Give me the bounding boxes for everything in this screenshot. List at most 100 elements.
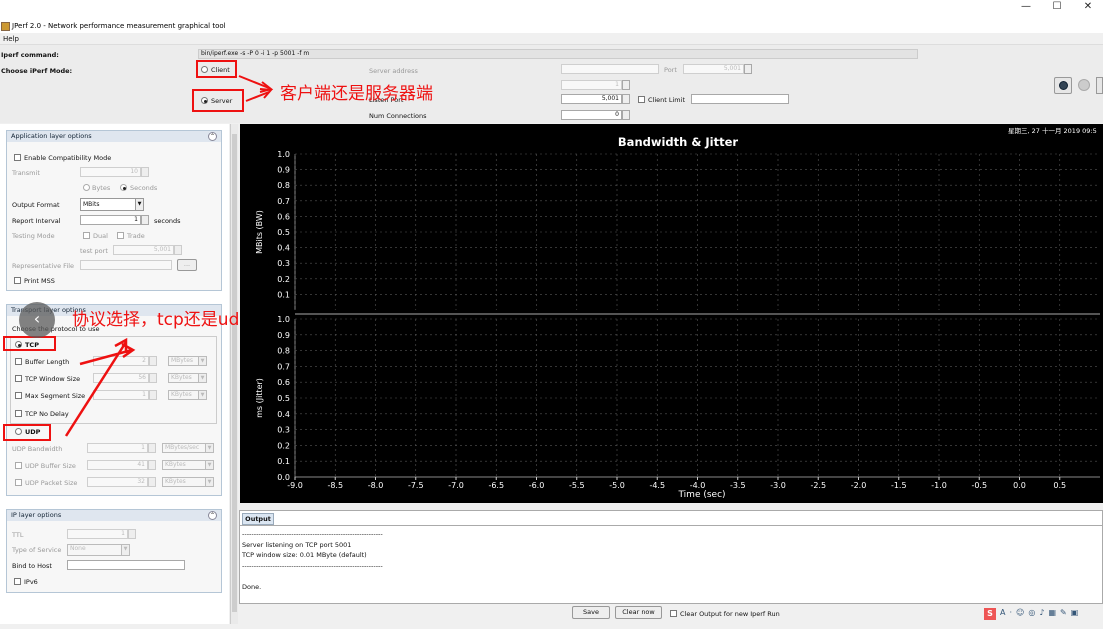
x-tick-label: -1.0 bbox=[931, 481, 947, 490]
bind-host-input[interactable] bbox=[67, 560, 185, 570]
udp-packet-spinner[interactable] bbox=[148, 477, 156, 487]
iperf-command-field[interactable]: bin/iperf.exe -s -P 0 -i 1 -p 5001 -f m bbox=[198, 49, 918, 59]
y-tick-label: 0.6 bbox=[277, 212, 290, 221]
close-button[interactable]: ✕ bbox=[1072, 0, 1103, 14]
buffer-length-checkbox[interactable] bbox=[15, 358, 22, 365]
buffer-length-unit[interactable]: MBytes bbox=[168, 356, 199, 366]
test-port-spinner[interactable] bbox=[174, 245, 182, 255]
chevron-down-icon[interactable]: ▼ bbox=[205, 443, 214, 453]
buffer-length-spinner[interactable] bbox=[149, 356, 157, 366]
chevron-down-icon[interactable]: ▼ bbox=[205, 460, 214, 470]
reset-icon[interactable] bbox=[1096, 77, 1103, 94]
bytes-radio[interactable] bbox=[83, 184, 90, 191]
clear-now-button[interactable]: Clear now bbox=[615, 606, 662, 619]
output-format-select[interactable]: MBits bbox=[80, 198, 136, 211]
mss-spinner[interactable] bbox=[149, 390, 157, 400]
output-line: Server listening on TCP port 5001 bbox=[242, 540, 352, 549]
report-interval-input[interactable]: 1 bbox=[80, 215, 141, 225]
chevron-down-icon[interactable]: ▼ bbox=[198, 373, 207, 383]
num-connections-spinner[interactable] bbox=[622, 110, 630, 120]
udp-highlight bbox=[3, 424, 51, 441]
parallel-streams-input[interactable]: 1 bbox=[561, 80, 622, 90]
udp-packet-unit[interactable]: KBytes bbox=[162, 477, 206, 487]
tos-select[interactable]: None bbox=[67, 544, 122, 556]
chevron-down-icon[interactable]: ▼ bbox=[198, 390, 207, 400]
ttl-spinner[interactable] bbox=[128, 529, 136, 539]
x-tick-label: -7.0 bbox=[448, 481, 464, 490]
output-panel: Output ---------------------------------… bbox=[239, 510, 1103, 604]
y-tick-label: 0.2 bbox=[277, 441, 290, 450]
udp-bandwidth-unit[interactable]: MBytes/sec bbox=[162, 443, 206, 453]
title-bar: JPerf 2.0 - Network performance measurem… bbox=[0, 0, 1103, 33]
client-limit-label: Client Limit bbox=[648, 96, 685, 104]
listen-port-spinner[interactable] bbox=[622, 94, 630, 104]
ipv6-checkbox[interactable] bbox=[14, 578, 21, 585]
x-tick-label: -6.5 bbox=[488, 481, 504, 490]
udp-buffer-checkbox[interactable] bbox=[15, 462, 22, 469]
chevron-down-icon[interactable]: ▼ bbox=[205, 477, 214, 487]
x-tick-label: -3.0 bbox=[770, 481, 786, 490]
window-size-checkbox[interactable] bbox=[15, 375, 22, 382]
collapse-ip-icon[interactable]: ⌃ bbox=[208, 511, 217, 520]
mss-unit[interactable]: KBytes bbox=[168, 390, 199, 400]
left-scrollbar-thumb[interactable] bbox=[232, 134, 237, 612]
ip-layer-title: IP layer options bbox=[11, 511, 62, 519]
maximize-button[interactable]: ☐ bbox=[1041, 0, 1073, 14]
rep-file-input[interactable] bbox=[80, 260, 172, 270]
udp-packet-checkbox[interactable] bbox=[15, 479, 22, 486]
run-button[interactable] bbox=[1054, 77, 1072, 94]
application-layer-group: Application layer options ⌃ Enable Compa… bbox=[6, 130, 222, 291]
browse-button[interactable]: ... bbox=[177, 259, 197, 271]
udp-buffer-unit[interactable]: KBytes bbox=[162, 460, 206, 470]
report-interval-spinner[interactable] bbox=[141, 215, 149, 225]
no-delay-checkbox[interactable] bbox=[15, 410, 22, 417]
udp-buffer-input[interactable]: 41 bbox=[87, 460, 148, 470]
left-scrollbar[interactable] bbox=[230, 124, 238, 624]
client-limit-checkbox[interactable] bbox=[638, 96, 645, 103]
chevron-down-icon[interactable]: ▼ bbox=[198, 356, 207, 366]
compat-mode-checkbox[interactable] bbox=[14, 154, 21, 161]
output-format-label: Output Format bbox=[12, 201, 60, 209]
dual-checkbox[interactable] bbox=[83, 232, 90, 239]
chevron-down-icon[interactable]: ▼ bbox=[121, 544, 130, 556]
server-address-input[interactable] bbox=[561, 64, 659, 74]
client-radio[interactable] bbox=[201, 66, 208, 73]
udp-buffer-spinner[interactable] bbox=[148, 460, 156, 470]
save-button[interactable]: Save bbox=[572, 606, 610, 619]
chevron-down-icon[interactable]: ▼ bbox=[135, 198, 144, 211]
chart-timestamp: 星期三, 27 十一月 2019 09:5 bbox=[1008, 127, 1097, 135]
mss-checkbox[interactable] bbox=[15, 392, 22, 399]
test-port-input[interactable]: 5,001 bbox=[113, 245, 174, 255]
ime-icon[interactable]: S bbox=[984, 608, 996, 620]
trade-label: Trade bbox=[127, 232, 145, 240]
collapse-app-icon[interactable]: ⌃ bbox=[208, 132, 217, 141]
udp-bandwidth-input[interactable]: 1 bbox=[87, 443, 148, 453]
y-tick-label: 0.3 bbox=[277, 426, 290, 435]
udp-packet-input[interactable]: 32 bbox=[87, 477, 148, 487]
seconds-radio[interactable] bbox=[120, 184, 127, 191]
port-input[interactable]: 5,001 bbox=[683, 64, 744, 74]
server-radio[interactable] bbox=[201, 97, 208, 104]
output-tab[interactable]: Output bbox=[242, 513, 274, 525]
transmit-input[interactable]: 10 bbox=[80, 167, 141, 177]
ttl-input[interactable]: 1 bbox=[67, 529, 128, 539]
back-arrow-icon[interactable]: ‹ bbox=[19, 302, 55, 338]
minimize-button[interactable]: — bbox=[1010, 0, 1042, 14]
listen-port-input[interactable]: 5,001 bbox=[561, 94, 622, 104]
window-size-unit[interactable]: KBytes bbox=[168, 373, 199, 383]
transmit-spinner[interactable] bbox=[141, 167, 149, 177]
client-limit-input[interactable] bbox=[691, 94, 789, 104]
parallel-spinner[interactable] bbox=[622, 80, 630, 90]
udp-bandwidth-label: UDP Bandwidth bbox=[12, 445, 63, 453]
clear-output-checkbox[interactable] bbox=[670, 610, 677, 617]
num-connections-input[interactable]: 0 bbox=[561, 110, 622, 120]
stop-icon[interactable] bbox=[1078, 79, 1090, 91]
print-mss-checkbox[interactable] bbox=[14, 277, 21, 284]
port-spinner[interactable] bbox=[744, 64, 752, 74]
trade-checkbox[interactable] bbox=[117, 232, 124, 239]
output-line: ----------------------------------------… bbox=[242, 561, 383, 570]
udp-bandwidth-spinner[interactable] bbox=[148, 443, 156, 453]
menu-help[interactable]: Help bbox=[3, 35, 19, 43]
window-size-spinner[interactable] bbox=[149, 373, 157, 383]
